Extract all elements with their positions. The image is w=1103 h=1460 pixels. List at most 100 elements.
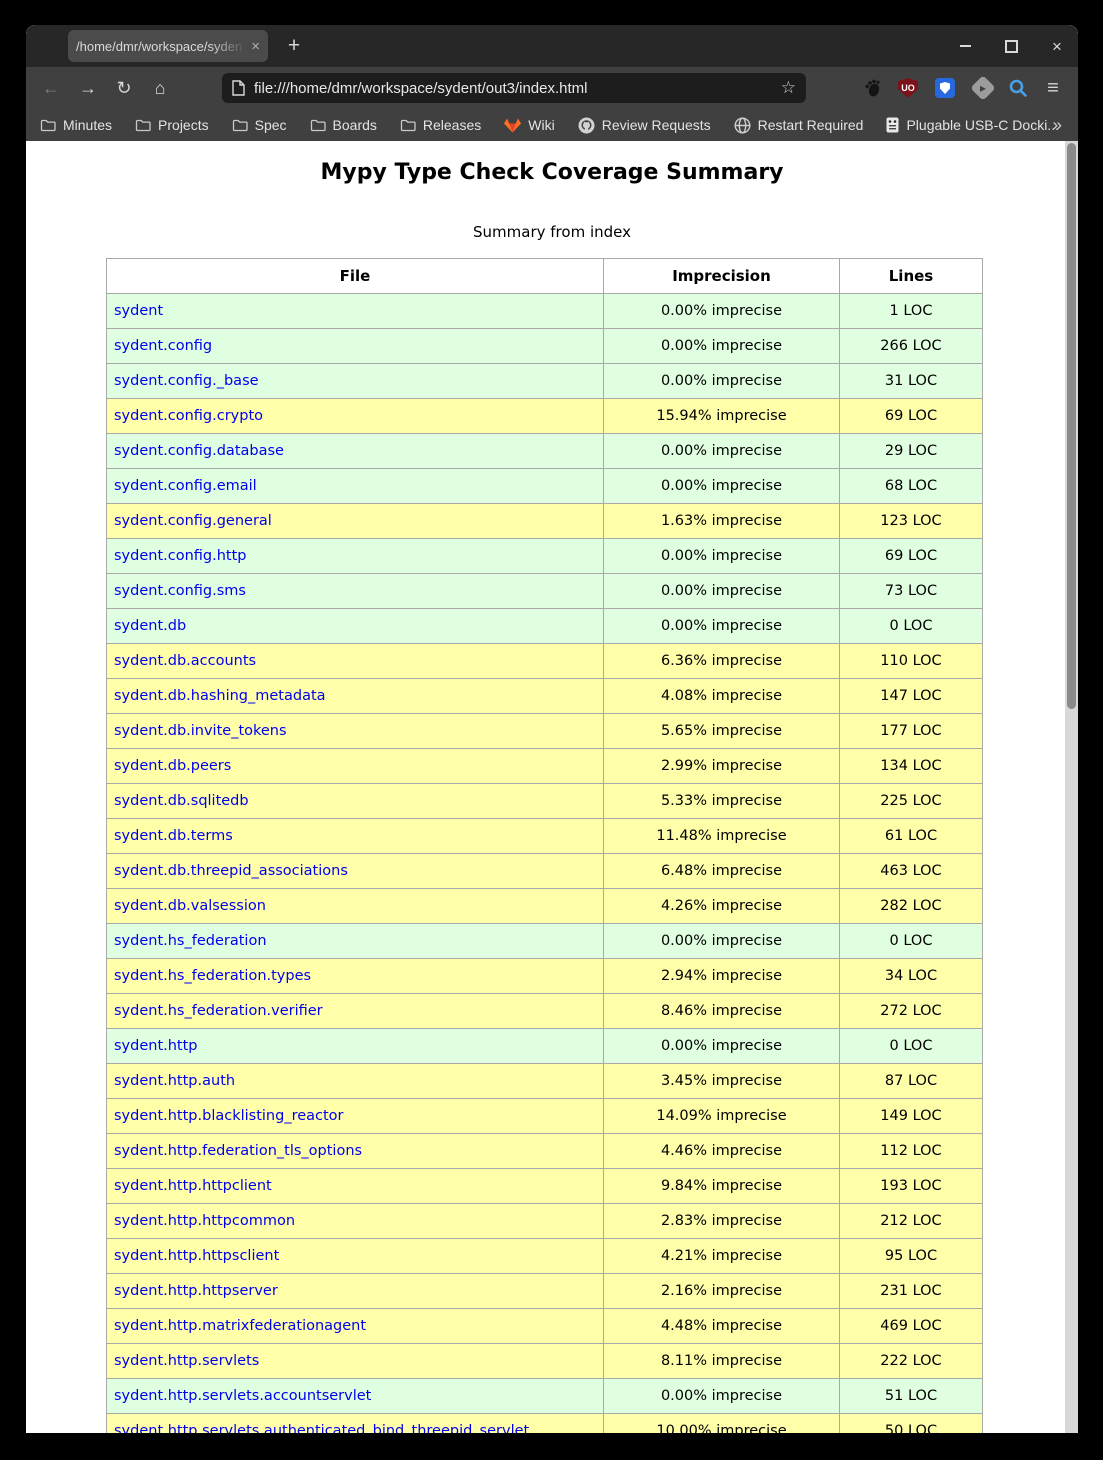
- file-link[interactable]: sydent.db: [114, 618, 186, 634]
- file-cell: sydent.http.blacklisting_reactor: [107, 1099, 604, 1134]
- file-link[interactable]: sydent.http.blacklisting_reactor: [114, 1108, 344, 1124]
- file-link[interactable]: sydent.http.httpcommon: [114, 1213, 295, 1229]
- bookmark-projects[interactable]: Projects: [135, 117, 209, 133]
- file-link[interactable]: sydent.hs_federation.verifier: [114, 1003, 323, 1019]
- gnome-foot-icon[interactable]: [861, 76, 885, 100]
- file-cell: sydent.hs_federation.types: [107, 959, 604, 994]
- file-link[interactable]: sydent: [114, 303, 163, 319]
- table-row: sydent.config.general1.63% imprecise123 …: [107, 504, 983, 539]
- home-button[interactable]: ⌂: [147, 75, 173, 101]
- file-link[interactable]: sydent.db.sqlitedb: [114, 793, 249, 809]
- url-bar[interactable]: file:///home/dmr/workspace/sydent/out3/i…: [222, 73, 806, 103]
- file-link[interactable]: sydent.config.crypto: [114, 408, 263, 424]
- file-link[interactable]: sydent.db.peers: [114, 758, 231, 774]
- lines-cell: 231 LOC: [840, 1274, 983, 1309]
- file-link[interactable]: sydent.config.sms: [114, 583, 246, 599]
- file-link[interactable]: sydent.http.matrixfederationagent: [114, 1318, 366, 1334]
- forward-button[interactable]: →: [75, 75, 101, 101]
- file-link[interactable]: sydent.db.hashing_metadata: [114, 688, 326, 704]
- file-link[interactable]: sydent.http.httpserver: [114, 1283, 278, 1299]
- file-link[interactable]: sydent.hs_federation.types: [114, 968, 311, 984]
- file-link[interactable]: sydent.config.database: [114, 443, 284, 459]
- file-link[interactable]: sydent.http.httpclient: [114, 1178, 272, 1194]
- bitwarden-icon[interactable]: [933, 76, 957, 100]
- file-link[interactable]: sydent.http: [114, 1038, 198, 1054]
- file-cell: sydent.hs_federation.verifier: [107, 994, 604, 1029]
- file-link[interactable]: sydent.config: [114, 338, 212, 354]
- file-link[interactable]: sydent.db.threepid_associations: [114, 863, 348, 879]
- file-link[interactable]: sydent.http.servlets.accountservlet: [114, 1388, 371, 1404]
- file-link[interactable]: sydent.config._base: [114, 373, 259, 389]
- table-row: sydent.http.matrixfederationagent4.48% i…: [107, 1309, 983, 1344]
- file-link[interactable]: sydent.http.servlets: [114, 1353, 259, 1369]
- tab-close-icon[interactable]: ×: [251, 39, 260, 54]
- file-link[interactable]: sydent.http.httpsclient: [114, 1248, 279, 1264]
- bookmark-spec[interactable]: Spec: [232, 117, 287, 133]
- bookmark-minutes[interactable]: Minutes: [40, 117, 112, 133]
- back-button[interactable]: ←: [38, 75, 64, 101]
- bookmark-wiki[interactable]: Wiki: [504, 117, 554, 133]
- close-button[interactable]: ×: [1044, 33, 1070, 59]
- file-link[interactable]: sydent.config.email: [114, 478, 257, 494]
- lines-cell: 69 LOC: [840, 539, 983, 574]
- imprecision-cell: 6.48% imprecise: [604, 854, 840, 889]
- lines-cell: 282 LOC: [840, 889, 983, 924]
- file-cell: sydent.http.auth: [107, 1064, 604, 1099]
- folder-icon: [232, 118, 248, 132]
- search-icon[interactable]: [1006, 76, 1030, 100]
- lines-cell: 469 LOC: [840, 1309, 983, 1344]
- bookmark-boards[interactable]: Boards: [310, 117, 377, 133]
- folder-icon: [310, 118, 326, 132]
- file-link[interactable]: sydent.http.federation_tls_options: [114, 1143, 362, 1159]
- scrollbar-thumb[interactable]: [1067, 143, 1076, 709]
- device-favicon-icon: [886, 117, 899, 133]
- coverage-table: File Imprecision Lines sydent0.00% impre…: [106, 258, 983, 1433]
- file-link[interactable]: sydent.config.http: [114, 548, 247, 564]
- file-link[interactable]: sydent.db.terms: [114, 828, 233, 844]
- table-row: sydent.config.sms0.00% imprecise73 LOC: [107, 574, 983, 609]
- file-link[interactable]: sydent.config.general: [114, 513, 272, 529]
- gitlab-icon: [504, 118, 521, 133]
- table-row: sydent.hs_federation.types2.94% imprecis…: [107, 959, 983, 994]
- file-link[interactable]: sydent.http.auth: [114, 1073, 235, 1089]
- folder-icon: [135, 118, 151, 132]
- maximize-button[interactable]: [998, 33, 1024, 59]
- ublock-origin-icon[interactable]: UO: [896, 76, 920, 100]
- file-cell: sydent.db.hashing_metadata: [107, 679, 604, 714]
- bookmarks-overflow-chevron[interactable]: »: [1053, 115, 1062, 135]
- lines-cell: 0 LOC: [840, 1029, 983, 1064]
- file-link[interactable]: sydent.hs_federation: [114, 933, 267, 949]
- imprecision-cell: 8.11% imprecise: [604, 1344, 840, 1379]
- file-link[interactable]: sydent.db.valsession: [114, 898, 266, 914]
- table-row: sydent.hs_federation.verifier8.46% impre…: [107, 994, 983, 1029]
- imprecision-cell: 0.00% imprecise: [604, 469, 840, 504]
- bookmark-star-icon[interactable]: ☆: [781, 78, 796, 98]
- lines-cell: 51 LOC: [840, 1379, 983, 1414]
- reload-button[interactable]: ↻: [111, 75, 137, 101]
- bookmark-plugable-dock[interactable]: Plugable USB-C Docki...: [886, 117, 1059, 133]
- extension-icon[interactable]: ▸: [971, 76, 995, 100]
- bookmark-releases[interactable]: Releases: [400, 117, 481, 133]
- minimize-button[interactable]: [952, 33, 978, 59]
- table-row: sydent.http.servlets.authenticated_bind_…: [107, 1414, 983, 1434]
- table-row: sydent.db.hashing_metadata4.08% imprecis…: [107, 679, 983, 714]
- lines-cell: 266 LOC: [840, 329, 983, 364]
- new-tab-button[interactable]: +: [280, 32, 308, 60]
- file-link[interactable]: sydent.http.servlets.authenticated_bind_…: [114, 1423, 529, 1433]
- menu-icon[interactable]: ≡: [1041, 76, 1065, 100]
- table-row: sydent.http.blacklisting_reactor14.09% i…: [107, 1099, 983, 1134]
- file-link[interactable]: sydent.db.accounts: [114, 653, 256, 669]
- bookmark-restart-required[interactable]: Restart Required: [734, 117, 864, 134]
- github-icon: [578, 117, 595, 134]
- lines-cell: 95 LOC: [840, 1239, 983, 1274]
- file-link[interactable]: sydent.db.invite_tokens: [114, 723, 287, 739]
- file-cell: sydent.db.sqlitedb: [107, 784, 604, 819]
- browser-tab[interactable]: /home/dmr/workspace/syden ×: [68, 30, 268, 62]
- table-row: sydent.config.database0.00% imprecise29 …: [107, 434, 983, 469]
- lines-cell: 69 LOC: [840, 399, 983, 434]
- table-row: sydent.config._base0.00% imprecise31 LOC: [107, 364, 983, 399]
- lines-cell: 463 LOC: [840, 854, 983, 889]
- lines-cell: 272 LOC: [840, 994, 983, 1029]
- scrollbar-track[interactable]: [1065, 141, 1078, 1433]
- bookmark-review-requests[interactable]: Review Requests: [578, 117, 711, 134]
